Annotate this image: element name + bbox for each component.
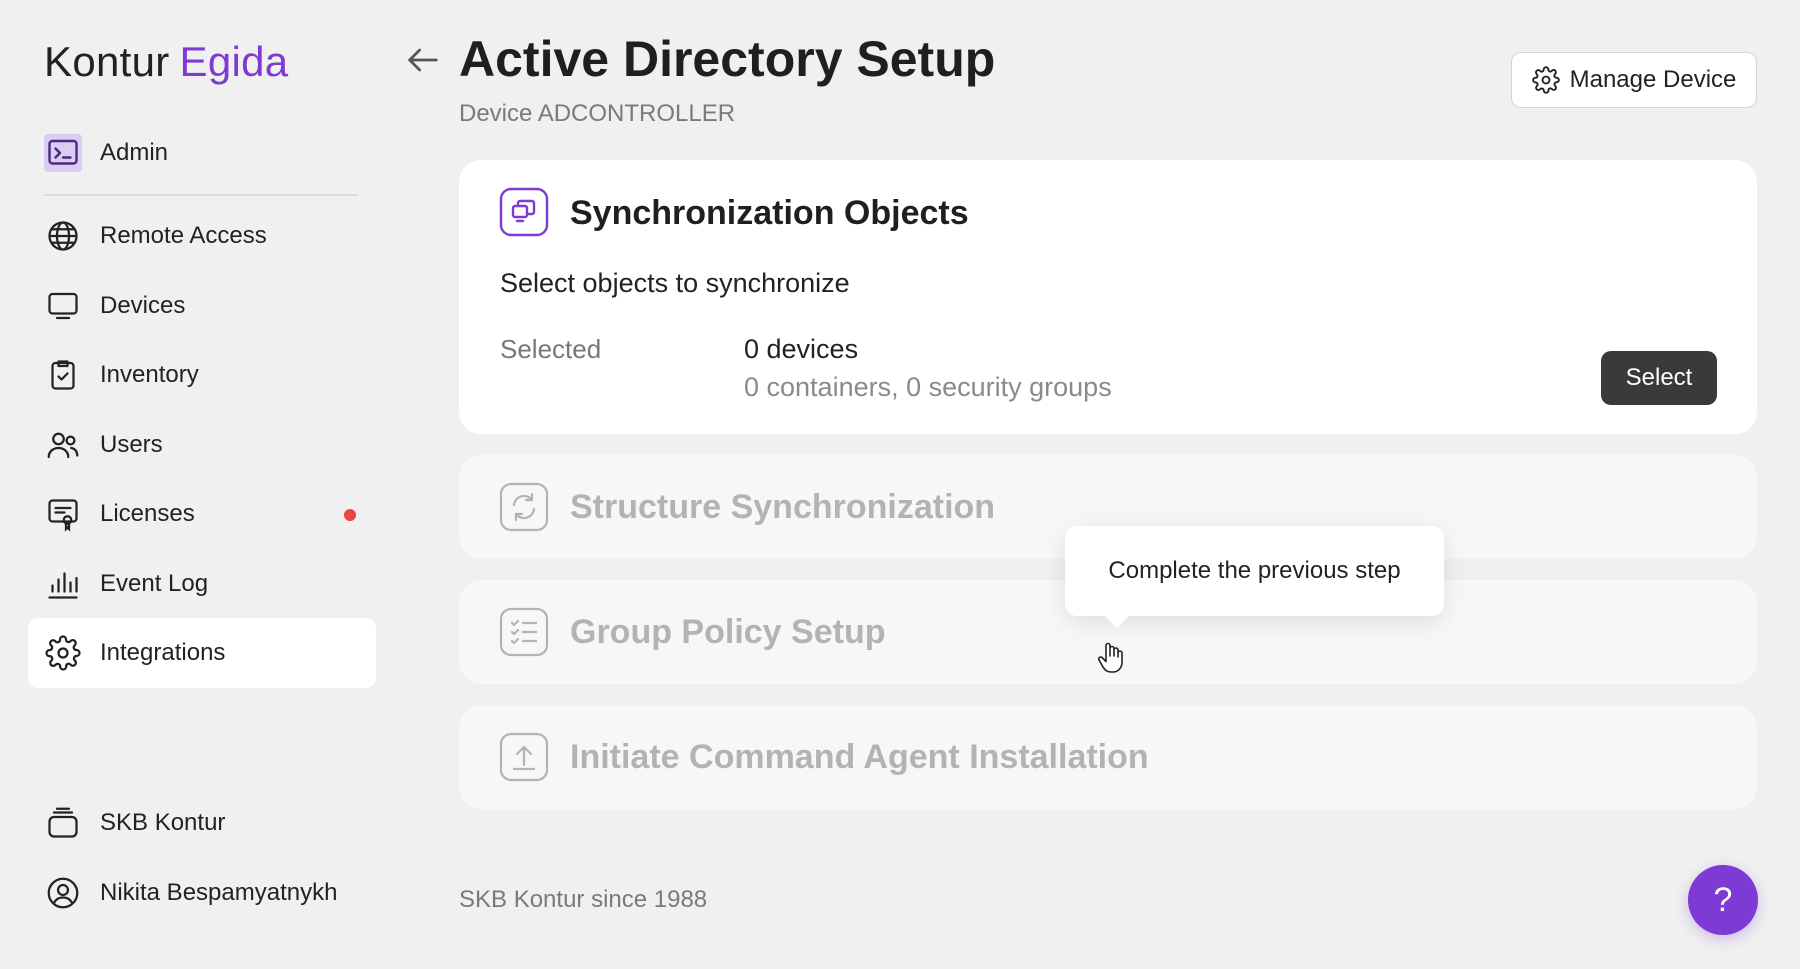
sidebar-item-remote-access[interactable]: Remote Access [28,201,376,271]
select-button[interactable]: Select [1601,351,1717,405]
tooltip: Complete the previous step [1065,526,1444,628]
step-title: Synchronization Objects [570,194,969,232]
selected-devices-count: 0 devices [744,334,859,364]
manage-device-label: Manage Device [1569,66,1737,93]
sidebar-divider [44,194,358,196]
monitor-icon [44,287,82,325]
brand-name-part2: Egida [179,38,289,85]
sidebar-item-label: Devices [100,292,186,319]
sidebar-item-label: Admin [100,139,169,166]
sidebar-item-licenses[interactable]: Licenses [28,479,376,549]
sidebar-item-integrations[interactable]: Integrations [28,618,376,688]
globe-icon [44,217,82,255]
sidebar-item-users[interactable]: Users [28,410,376,480]
step-description: Select objects to synchronize [500,268,850,298]
upload-icon [499,732,549,782]
manage-device-button[interactable]: Manage Device [1511,52,1757,108]
license-icon [44,495,82,533]
back-button[interactable] [400,38,446,82]
arrow-left-icon [408,48,438,72]
gear-icon [1531,66,1560,94]
organization-icon [44,804,82,842]
gear-icon [44,634,82,672]
sidebar-item-inventory[interactable]: Inventory [28,340,376,410]
clipboard-check-icon [44,356,82,394]
users-icon [44,426,82,464]
sidebar-item-devices[interactable]: Devices [28,271,376,341]
page-title: Active Directory Setup [459,31,996,87]
bar-chart-icon [44,565,82,603]
checklist-icon [499,607,549,657]
sidebar-item-label: Licenses [100,500,195,527]
sidebar-item-label: Integrations [100,639,226,666]
hand-pointer-icon [1097,642,1123,673]
brand-name-part1: Kontur [44,38,170,85]
refresh-icon [499,482,549,532]
sidebar-item-label: Inventory [100,361,199,388]
step-title: Structure Synchronization [570,488,996,526]
step-title: Initiate Command Agent Installation [570,738,1149,776]
sidebar-item-label: Nikita Bespamyatnykh [100,879,338,906]
sidebar-item-admin[interactable]: Admin [28,118,376,188]
step-sync-objects: Synchronization Objects Select objects t… [459,160,1757,434]
sidebar-item-organization[interactable]: SKB Kontur [28,788,376,858]
step-agent-install: Initiate Command Agent Installation [459,705,1757,809]
page-subtitle: Device ADCONTROLLER [459,100,736,127]
notification-dot [344,509,356,521]
sidebar-item-label: Event Log [100,570,209,597]
sidebar-item-event-log[interactable]: Event Log [28,549,376,619]
help-button[interactable]: ? [1688,865,1758,935]
user-circle-icon [44,874,82,912]
sidebar-item-profile[interactable]: Nikita Bespamyatnykh [28,858,376,928]
brand-logo[interactable]: Kontur Egida [44,38,288,86]
terminal-icon [44,134,82,172]
sidebar-item-label: Remote Access [100,222,267,249]
sync-objects-icon [499,187,549,237]
step-title: Group Policy Setup [570,613,886,651]
selected-label: Selected [500,334,602,364]
sidebar: Kontur Egida Admin Remote Access Devices … [0,0,390,969]
sidebar-item-label: SKB Kontur [100,809,226,836]
selected-details: 0 containers, 0 security groups [744,372,1112,402]
sidebar-item-label: Users [100,431,163,458]
footer-copyright: SKB Kontur since 1988 [459,886,708,913]
